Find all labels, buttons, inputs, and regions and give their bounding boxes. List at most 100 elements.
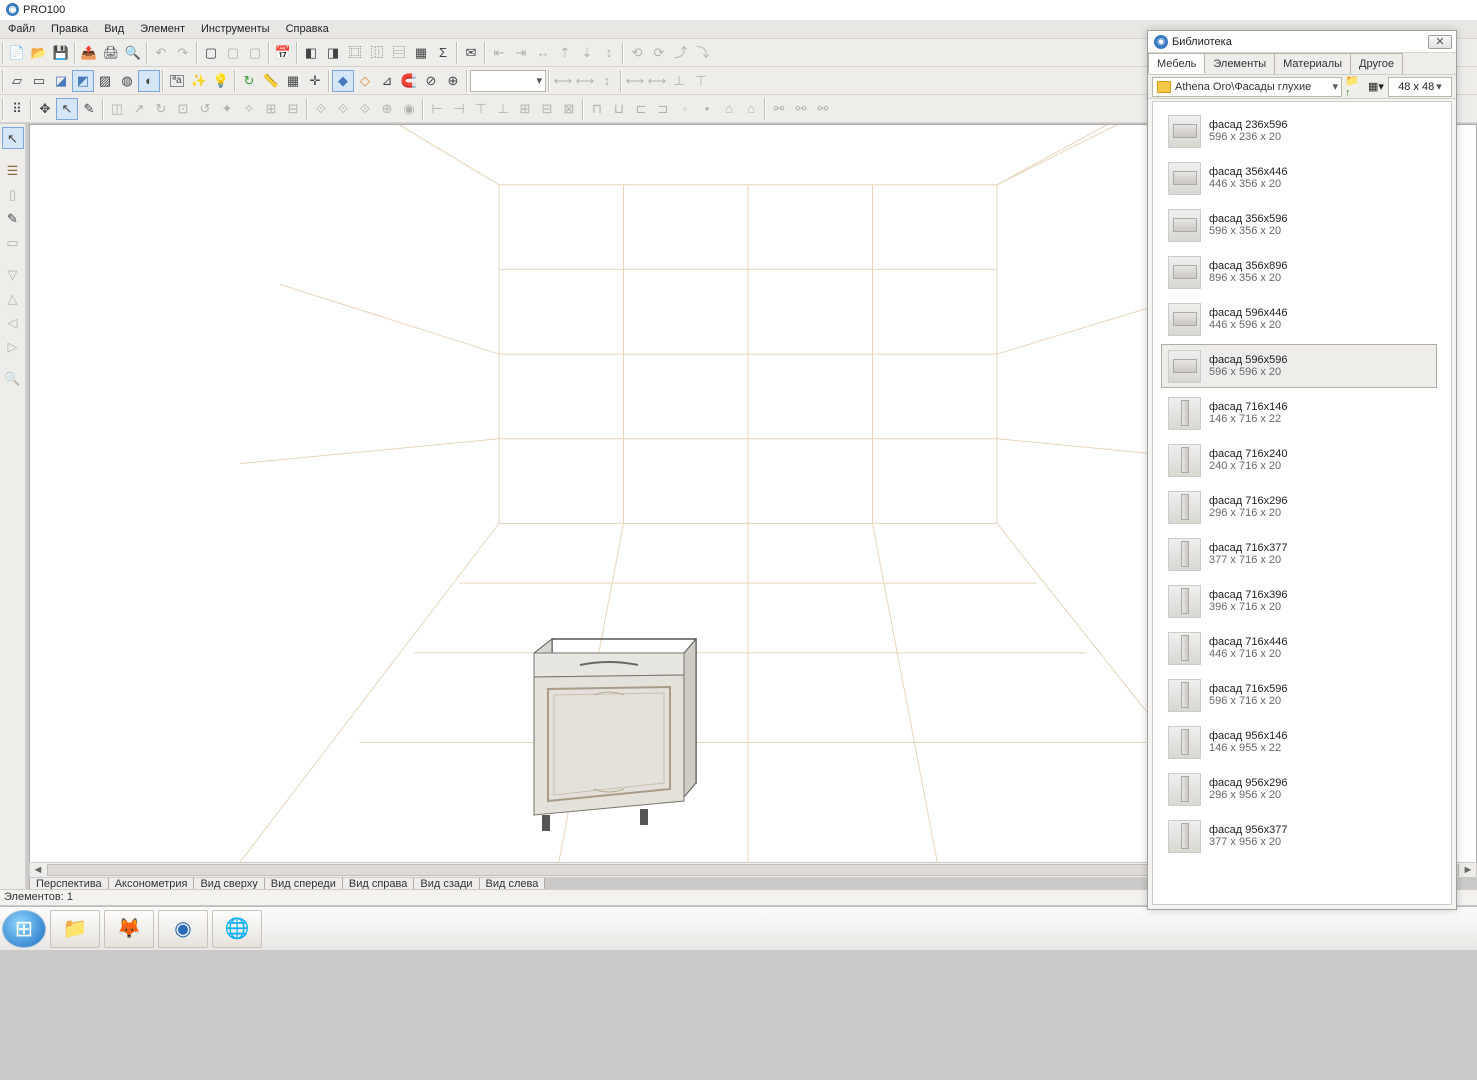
library-tab-1[interactable]: Элементы	[1204, 53, 1275, 74]
axis-toggle-button[interactable]: ✛	[304, 70, 326, 92]
library-item[interactable]: фасад 356x896896 x 356 x 20	[1161, 250, 1437, 294]
panel-btn-2[interactable]: ◨	[322, 42, 344, 64]
menu-element[interactable]: Элемент	[132, 20, 193, 38]
library-item[interactable]: фасад 356x446446 x 356 x 20	[1161, 156, 1437, 200]
op-btn-10[interactable]: ⟐	[310, 98, 332, 120]
op-btn-5[interactable]: ↺	[194, 98, 216, 120]
join-btn-1[interactable]: ⊢	[426, 98, 448, 120]
dim-btn-2[interactable]: ⟷	[574, 70, 596, 92]
op-btn-2[interactable]: ↗	[128, 98, 150, 120]
taskbar-firefox[interactable]: 🦊	[104, 910, 154, 948]
zoom-tool[interactable]: 🔍	[2, 367, 24, 389]
view-shaded-button[interactable]: ◩	[72, 70, 94, 92]
view-wireframe-button[interactable]: ▱	[6, 70, 28, 92]
extra-tool-3[interactable]: ◁	[2, 311, 24, 333]
menu-edit[interactable]: Правка	[43, 20, 96, 38]
sigma-button[interactable]: Σ	[432, 42, 454, 64]
op-btn-3[interactable]: ↻	[150, 98, 172, 120]
library-item[interactable]: фасад 956x296296 x 956 x 20	[1161, 767, 1437, 811]
view-hidden-button[interactable]: ▭	[28, 70, 50, 92]
new-file-button[interactable]: 📄	[6, 42, 28, 64]
open-file-button[interactable]: 📂	[28, 42, 50, 64]
library-item[interactable]: фасад 716x446446 x 716 x 20	[1161, 626, 1437, 670]
link-btn-2[interactable]: ⚯	[790, 98, 812, 120]
wall-tool[interactable]: ☰	[2, 159, 24, 181]
taskbar-chrome[interactable]: 🌐	[212, 910, 262, 948]
library-item[interactable]: фасад 356x596596 x 356 x 20	[1161, 203, 1437, 247]
library-tab-3[interactable]: Другое	[1350, 53, 1403, 74]
label-button[interactable]: ªa	[166, 70, 188, 92]
library-item[interactable]: фасад 596x596596 x 596 x 20	[1161, 344, 1437, 388]
op-btn-6[interactable]: ✦	[216, 98, 238, 120]
rotate-btn-3[interactable]: ⤴	[670, 42, 692, 64]
taskbar-pro100[interactable]: ◉	[158, 910, 208, 948]
library-item[interactable]: фасад 716x146146 x 716 x 22	[1161, 391, 1437, 435]
align-btn-4[interactable]: ⇡	[554, 42, 576, 64]
op-btn-7[interactable]: ✧	[238, 98, 260, 120]
rotate-btn-2[interactable]: ⟳	[648, 42, 670, 64]
grid-snap-button[interactable]: ⠿	[6, 98, 28, 120]
join-btn-7[interactable]: ⊠	[558, 98, 580, 120]
library-path-combo[interactable]: Athena Oro\Фасады глухие	[1152, 77, 1342, 97]
hw-btn-6[interactable]: •	[696, 98, 718, 120]
mail-button[interactable]: ✉	[460, 42, 482, 64]
hw-btn-1[interactable]: ⊓	[586, 98, 608, 120]
pointer-tool[interactable]: ↖	[2, 127, 24, 149]
library-item[interactable]: фасад 956x146146 x 955 x 22	[1161, 720, 1437, 764]
zoom-combo[interactable]: ▾	[470, 70, 546, 92]
menu-tools[interactable]: Инструменты	[193, 20, 278, 38]
library-view-button[interactable]: ▦▾	[1366, 77, 1386, 97]
library-item[interactable]: фасад 236x596596 x 236 x 20	[1161, 109, 1437, 153]
align-btn-1[interactable]: ⇤	[488, 42, 510, 64]
library-tab-2[interactable]: Материалы	[1274, 53, 1351, 74]
menu-help[interactable]: Справка	[278, 20, 337, 38]
print-button[interactable]: 🖨	[100, 42, 122, 64]
op-btn-14[interactable]: ◉	[398, 98, 420, 120]
light-edit-button[interactable]: ✨	[188, 70, 210, 92]
move-mode-button[interactable]: ✥	[34, 98, 56, 120]
panel-btn-6[interactable]: ▦	[410, 42, 432, 64]
align-btn-6[interactable]: ↕	[598, 42, 620, 64]
menu-file[interactable]: Файл	[0, 20, 43, 38]
view-flat-button[interactable]: ◪	[50, 70, 72, 92]
dim-btn-7[interactable]: ⊤	[690, 70, 712, 92]
dim-btn-1[interactable]: ⟷	[552, 70, 574, 92]
snap-mid-button[interactable]: ◇	[354, 70, 376, 92]
grid-toggle-button[interactable]: ▦	[282, 70, 304, 92]
hw-btn-4[interactable]: ⊐	[652, 98, 674, 120]
menu-view[interactable]: Вид	[96, 20, 132, 38]
tool-btn-a[interactable]: ▢	[200, 42, 222, 64]
rect-tool[interactable]: ▭	[2, 231, 24, 253]
dim-btn-5[interactable]: ⟷	[646, 70, 668, 92]
library-thumb-size[interactable]: 48 x 48▾	[1388, 77, 1452, 97]
hw-btn-5[interactable]: ◦	[674, 98, 696, 120]
align-btn-3[interactable]: ↔	[532, 42, 554, 64]
snap-angle-button[interactable]: ◆	[332, 70, 354, 92]
op-btn-13[interactable]: ⊕	[376, 98, 398, 120]
align-btn-2[interactable]: ⇥	[510, 42, 532, 64]
magnet-button[interactable]: 🧲	[398, 70, 420, 92]
library-item[interactable]: фасад 716x396396 x 716 x 20	[1161, 579, 1437, 623]
select-mode-button[interactable]: ↖	[56, 98, 78, 120]
join-btn-3[interactable]: ⊤	[470, 98, 492, 120]
undo-button[interactable]: ↶	[150, 42, 172, 64]
preview-button[interactable]: 🔍	[122, 42, 144, 64]
hw-btn-7[interactable]: ⌂	[718, 98, 740, 120]
library-item[interactable]: фасад 716x596596 x 716 x 20	[1161, 673, 1437, 717]
dim-btn-3[interactable]: ↕	[596, 70, 618, 92]
dim-btn-6[interactable]: ⊥	[668, 70, 690, 92]
op-btn-11[interactable]: ⟐	[332, 98, 354, 120]
panel-btn-3[interactable]: ⿴	[344, 42, 366, 64]
extra-tool-4[interactable]: ▷	[2, 335, 24, 357]
viewets-shadows-button[interactable]: ◐	[138, 70, 160, 92]
op-btn-4[interactable]: ⊡	[172, 98, 194, 120]
op-btn-8[interactable]: ⊞	[260, 98, 282, 120]
view-textured-button[interactable]: ▨	[94, 70, 116, 92]
hw-btn-3[interactable]: ⊏	[630, 98, 652, 120]
library-header[interactable]: ◉ Библиотека ✕	[1148, 31, 1456, 53]
hw-btn-8[interactable]: ⌂	[740, 98, 762, 120]
library-item[interactable]: фасад 596x446446 x 596 x 20	[1161, 297, 1437, 341]
refresh-button[interactable]: ↻	[238, 70, 260, 92]
calendar-button[interactable]: 📅	[272, 42, 294, 64]
library-tab-0[interactable]: Мебель	[1148, 53, 1205, 74]
